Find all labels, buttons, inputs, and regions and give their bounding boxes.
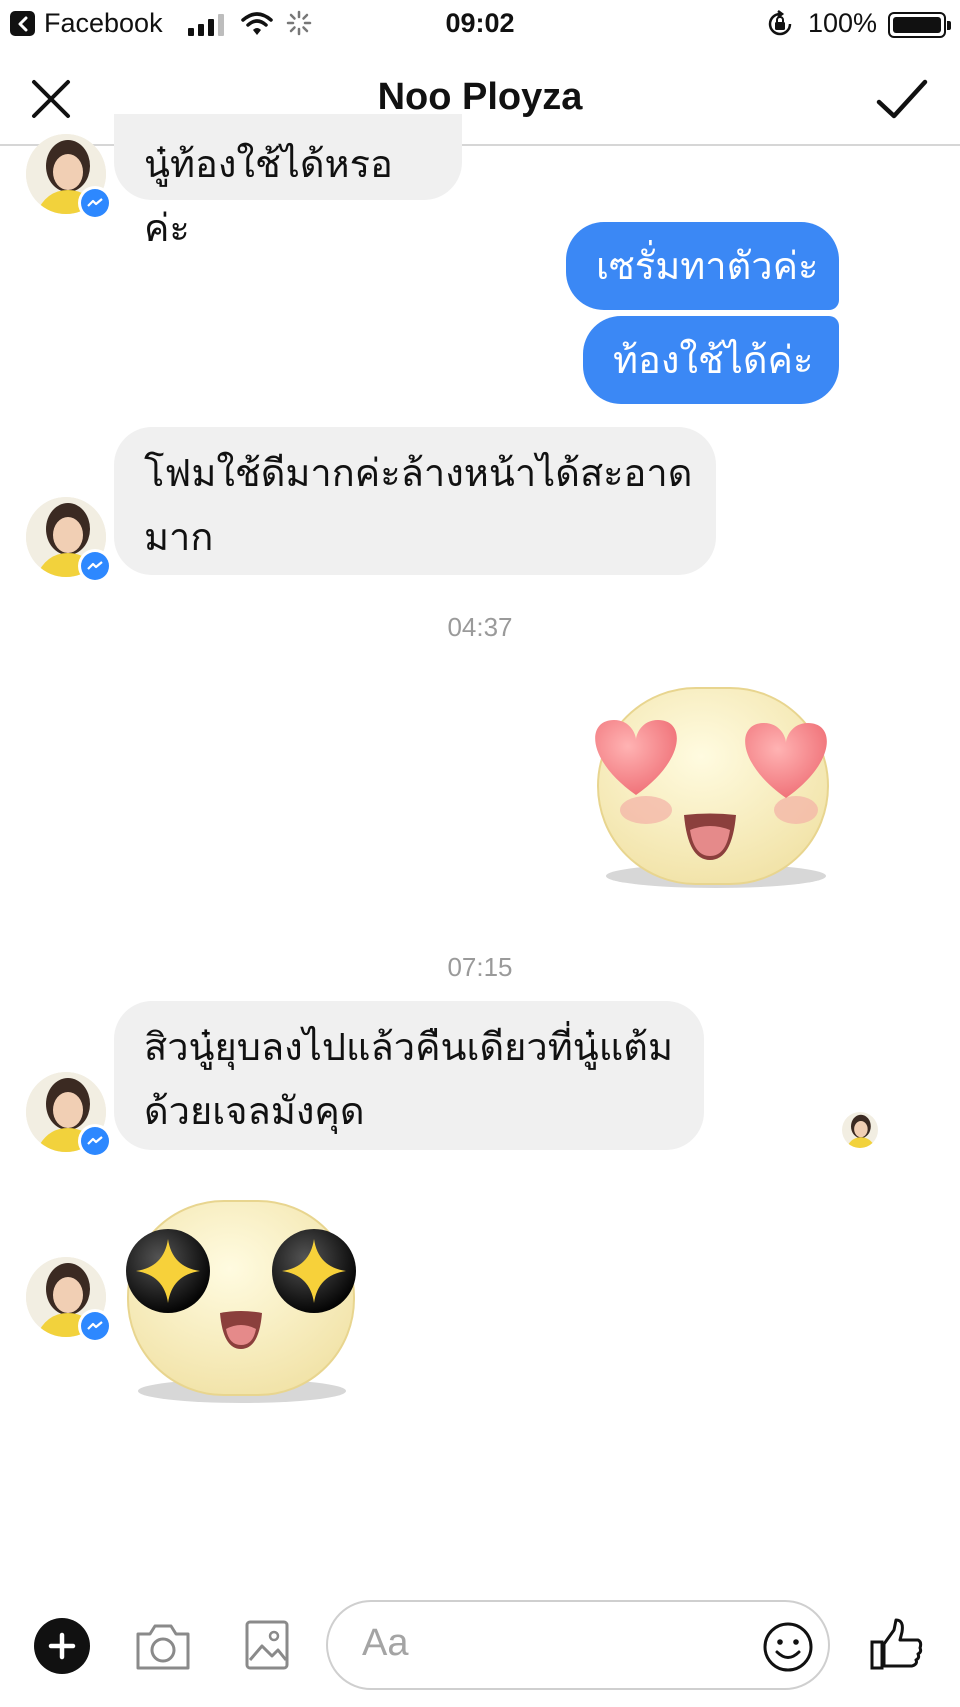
message-input-placeholder: Aa [362,1622,409,1664]
contact-avatar[interactable] [26,497,112,583]
sparkle-eyes-sticker[interactable] [122,1195,362,1407]
messenger-badge-icon [78,186,112,220]
message-text: ท้องใช้ได้ค่ะ [613,338,814,382]
outgoing-message-bubble[interactable]: เซรั่มทาตัวค่ะ [566,222,839,310]
status-bar: Facebook 09:02 100% [0,0,960,50]
heart-eyes-sticker[interactable] [586,680,840,894]
contact-avatar[interactable] [26,1257,112,1343]
plus-icon[interactable] [34,1618,90,1674]
thumbs-up-icon[interactable] [868,1616,926,1674]
battery-percentage: 100% [808,8,878,38]
messenger-badge-icon [78,1124,112,1158]
message-timestamp: 04:37 [447,612,513,642]
message-text-line: มาก [144,515,214,559]
message-text: เซรั่มทาตัวค่ะ [596,244,819,288]
incoming-message-bubble[interactable]: นู๋ท้องใช้ได้หรอค่ะ [114,114,462,250]
contact-avatar[interactable] [26,1072,112,1158]
message-input[interactable]: Aa [326,1600,830,1690]
incoming-message-bubble[interactable]: โฟมใช้ดีมากค่ะล้างหน้าได้สะอาด มาก [114,427,716,575]
messenger-badge-icon [78,549,112,583]
message-timestamp: 07:15 [447,952,513,982]
camera-icon[interactable] [134,1618,192,1674]
message-composer: Aa [0,1590,960,1707]
rotation-lock-icon [768,10,792,36]
messenger-badge-icon [78,1309,112,1343]
message-text: นู๋ท้องใช้ได้หรอค่ะ [144,142,393,250]
outgoing-message-bubble[interactable]: ท้องใช้ได้ค่ะ [583,316,839,404]
conversation-title: Noo Ployza [377,76,583,118]
checkmark-icon[interactable] [874,72,930,128]
message-text-line: โฟมใช้ดีมากค่ะล้างหน้าได้สะอาด [144,451,693,495]
message-text-line: สิวนู๋ยุบลงไปแล้วคืนเดียวที่นู๋แต้ม [144,1025,673,1069]
contact-avatar[interactable] [26,134,112,220]
message-text-line: ด้วยเจลมังคุด [144,1089,365,1133]
gallery-icon[interactable] [244,1618,290,1672]
emoji-icon[interactable] [762,1621,814,1673]
seen-indicator-avatar [842,1112,878,1148]
incoming-message-bubble[interactable]: สิวนู๋ยุบลงไปแล้วคืนเดียวที่นู๋แต้ม ด้วย… [114,1001,704,1150]
battery-icon [888,12,951,38]
